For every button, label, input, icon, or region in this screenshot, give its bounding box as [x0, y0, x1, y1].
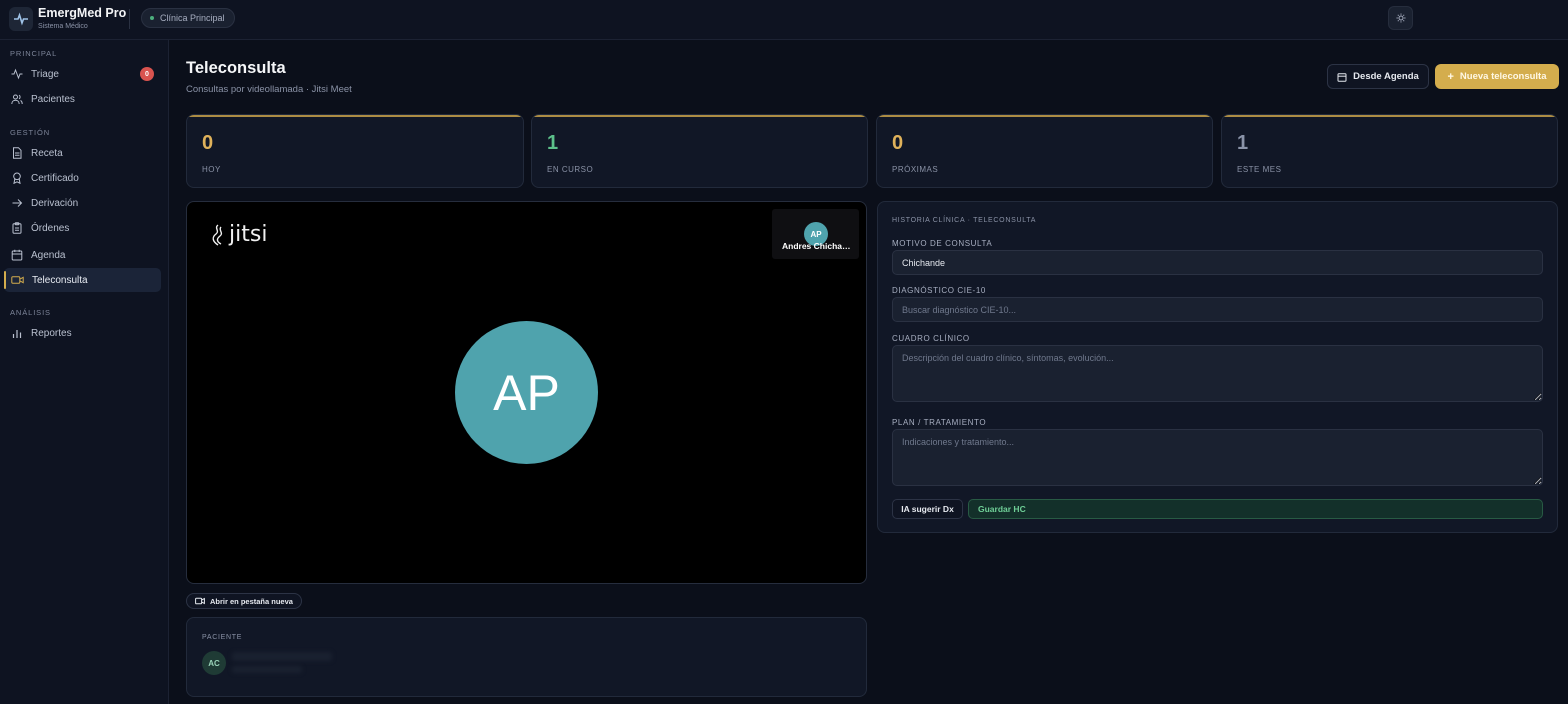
- stat-label: HOY: [202, 165, 221, 174]
- document-icon: [13, 147, 22, 159]
- top-bar: EmergMed Pro Sistema Médico Clínica Prin…: [0, 0, 1568, 40]
- sidebar-item-label: Derivación: [31, 197, 79, 209]
- stat-value: 0: [202, 132, 214, 154]
- participant-thumbnail[interactable]: AP Andres Chichande: [772, 209, 859, 259]
- video-camera-icon: [195, 597, 205, 605]
- sidebar-item-agenda[interactable]: Agenda: [4, 243, 161, 267]
- sidebar-section-analisis: ANÁLISIS: [10, 308, 51, 317]
- sidebar-item-label: Órdenes: [31, 222, 70, 234]
- motivo-input[interactable]: [892, 250, 1543, 275]
- redacted-patient-details: [232, 666, 302, 673]
- sidebar-item-label: Agenda: [31, 249, 66, 261]
- triage-count-badge: 0: [140, 67, 154, 81]
- arrow-right-icon: [12, 199, 23, 207]
- users-icon: [11, 94, 23, 105]
- participant-name: Andres Chichande: [782, 241, 852, 251]
- sidebar-item-certificado[interactable]: Certificado: [4, 166, 161, 190]
- plus-icon: +: [1447, 70, 1454, 83]
- page-title: Teleconsulta: [186, 59, 286, 77]
- sidebar-item-label: Receta: [31, 147, 63, 159]
- sun-icon: [1396, 13, 1405, 23]
- patient-section-label: PACIENTE: [202, 634, 243, 641]
- clinic-selector[interactable]: Clínica Principal: [141, 8, 235, 28]
- sidebar: PRINCIPAL Triage 0 Pacientes GESTIÓN Rec…: [0, 40, 169, 704]
- redacted-patient-name: [232, 652, 332, 661]
- sidebar-item-label: Certificado: [31, 172, 79, 184]
- sidebar-item-reportes[interactable]: Reportes: [4, 321, 161, 345]
- sidebar-item-receta[interactable]: Receta: [4, 141, 161, 165]
- cuadro-clinico-textarea[interactable]: [892, 345, 1543, 402]
- stat-value: 0: [892, 132, 904, 154]
- app-title: EmergMed Pro: [38, 6, 127, 20]
- plan-label: PLAN / TRATAMIENTO: [892, 418, 987, 427]
- stat-card-hoy: 0 HOY: [186, 114, 524, 188]
- clinic-name: Clínica Principal: [160, 13, 225, 23]
- patient-panel: PACIENTE AC: [186, 617, 867, 697]
- stat-label: ESTE MES: [1237, 165, 1282, 174]
- cuadro-label: CUADRO CLÍNICO: [892, 334, 970, 343]
- calendar-icon: [11, 249, 23, 261]
- sidebar-item-label: Teleconsulta: [32, 274, 88, 286]
- stat-value: 1: [547, 132, 559, 154]
- stat-label: PRÓXIMAS: [892, 165, 939, 174]
- sidebar-section-gestion: GESTIÓN: [10, 128, 51, 137]
- stat-value: 1: [1237, 132, 1249, 154]
- video-call-panel[interactable]: jitsi AP Andres Chichande AP: [186, 201, 867, 584]
- new-teleconsult-button[interactable]: + Nueva teleconsulta: [1435, 64, 1559, 89]
- app-logo-icon: [9, 7, 33, 31]
- sidebar-item-label: Triage: [31, 68, 59, 80]
- diagnostico-search-input[interactable]: [892, 297, 1543, 322]
- jitsi-logo-icon: [212, 223, 223, 246]
- from-agenda-label: Desde Agenda: [1353, 71, 1419, 82]
- divider: [129, 9, 130, 29]
- jitsi-logo-text: jitsi: [229, 222, 268, 247]
- sidebar-item-pacientes[interactable]: Pacientes: [4, 87, 161, 111]
- ai-suggest-dx-button[interactable]: IA sugerir Dx: [892, 499, 963, 519]
- stat-card-en-curso: 1 EN CURSO: [531, 114, 868, 188]
- sidebar-item-triage[interactable]: Triage 0: [4, 62, 161, 86]
- sidebar-item-ordenes[interactable]: Órdenes: [4, 216, 161, 240]
- stat-label: EN CURSO: [547, 165, 594, 174]
- open-new-tab-label: Abrir en pestaña nueva: [210, 596, 293, 606]
- status-dot-icon: [150, 16, 154, 20]
- calendar-icon: [1337, 72, 1347, 82]
- active-indicator: [4, 271, 6, 289]
- clinical-history-panel: HISTORIA CLÍNICA · TELECONSULTA MOTIVO D…: [877, 201, 1558, 533]
- theme-toggle-button[interactable]: [1388, 6, 1413, 30]
- activity-icon: [11, 68, 23, 80]
- patient-avatar: AC: [202, 651, 226, 675]
- new-teleconsult-label: Nueva teleconsulta: [1459, 71, 1547, 82]
- video-camera-icon: [11, 276, 24, 284]
- page-subtitle: Consultas por videollamada · Jitsi Meet: [186, 84, 352, 95]
- diagnostico-label: DIAGNÓSTICO CIE-10: [892, 286, 986, 295]
- clinical-history-title: HISTORIA CLÍNICA · TELECONSULTA: [892, 217, 1037, 224]
- sidebar-section-principal: PRINCIPAL: [10, 49, 58, 58]
- stat-card-este-mes: 1 ESTE MES: [1221, 114, 1558, 188]
- jitsi-logo: jitsi: [209, 222, 267, 247]
- plan-tratamiento-textarea[interactable]: [892, 429, 1543, 486]
- stat-card-proximas: 0 PRÓXIMAS: [876, 114, 1213, 188]
- main-participant-avatar: AP: [455, 321, 598, 464]
- sidebar-item-derivacion[interactable]: Derivación: [4, 191, 161, 215]
- clipboard-icon: [12, 222, 22, 234]
- sidebar-item-label: Pacientes: [31, 93, 75, 105]
- award-icon: [13, 172, 21, 184]
- sidebar-item-label: Reportes: [31, 327, 72, 339]
- from-agenda-button[interactable]: Desde Agenda: [1327, 64, 1429, 89]
- motivo-label: MOTIVO DE CONSULTA: [892, 239, 993, 248]
- sidebar-item-teleconsulta[interactable]: Teleconsulta: [4, 268, 161, 292]
- app-subtitle: Sistema Médico: [38, 23, 88, 30]
- open-new-tab-button[interactable]: Abrir en pestaña nueva: [186, 593, 302, 609]
- bar-chart-icon: [12, 330, 22, 338]
- save-hc-button[interactable]: Guardar HC: [968, 499, 1543, 519]
